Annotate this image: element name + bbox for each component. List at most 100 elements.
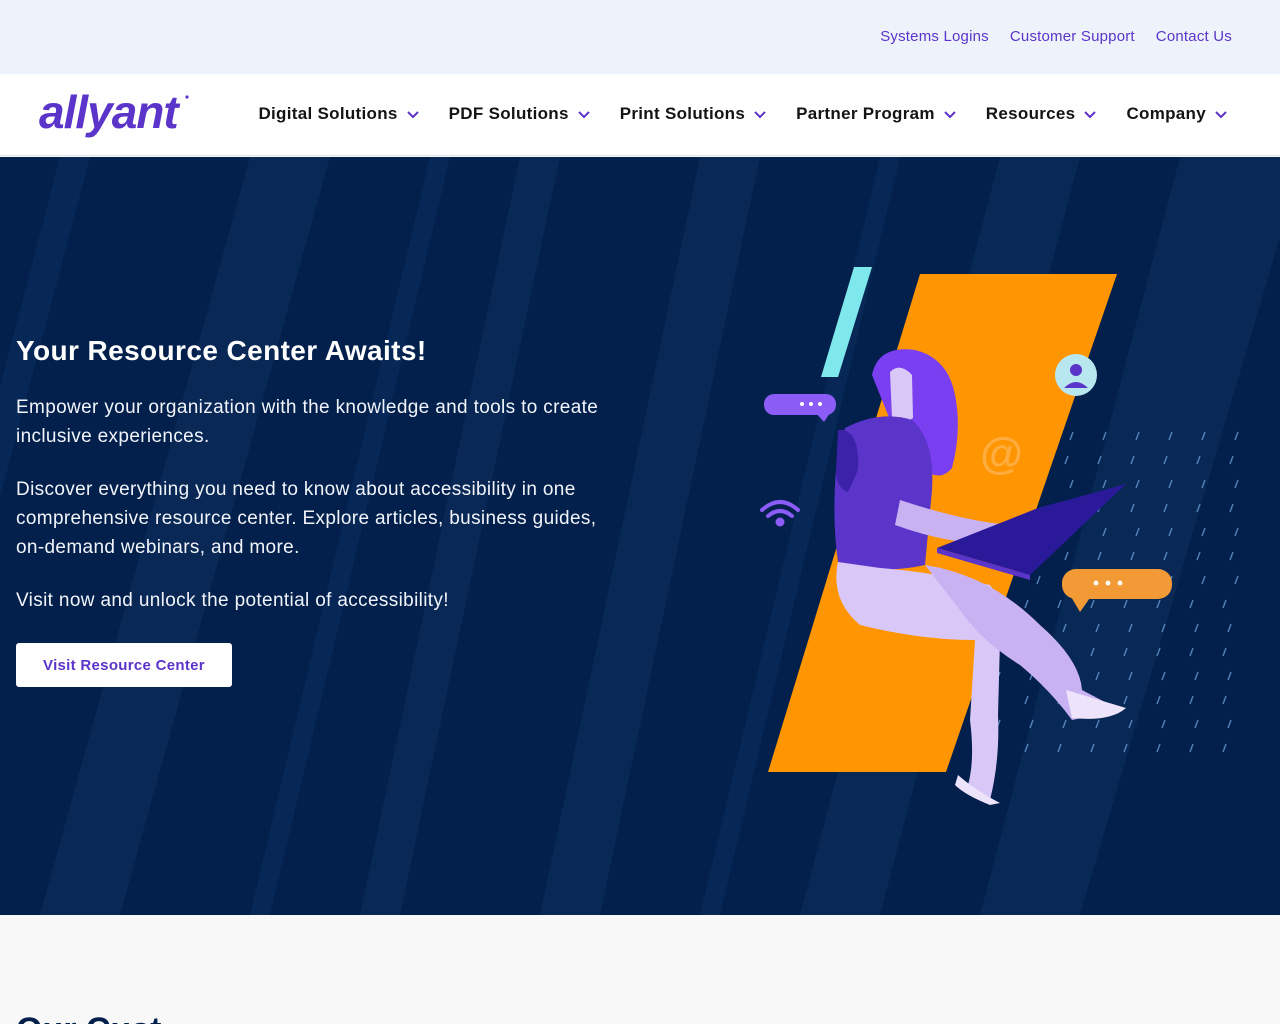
rain-dash [1024, 695, 1029, 705]
rain-dash [1196, 503, 1201, 513]
nav-label: Company [1126, 104, 1206, 123]
rain-dash [1229, 455, 1234, 465]
woman-with-laptop-illustration: @ [760, 267, 1239, 805]
chat-bubble-icon [1062, 569, 1172, 612]
chevron-down-icon [406, 111, 419, 119]
rain-dash [1156, 743, 1161, 753]
rain-dash [1222, 743, 1227, 753]
rain-dash [1123, 743, 1128, 753]
rain-dash [1128, 623, 1133, 633]
rain-dash [1189, 743, 1194, 753]
rain-dash [1227, 719, 1232, 729]
rain-dash [1189, 647, 1194, 657]
rain-dash [1163, 455, 1168, 465]
hero-paragraph: Discover everything you need to know abo… [16, 479, 597, 558]
rain-dash [1057, 743, 1062, 753]
rain-dash [1168, 479, 1173, 489]
rain-dash [1189, 599, 1194, 609]
rain-dash [1090, 647, 1095, 657]
rain-dash [1064, 455, 1069, 465]
nav-label: Print Solutions [619, 104, 746, 123]
chevron-down-icon [944, 111, 956, 119]
utility-bar: Systems Logins Customer Support Contact … [0, 0, 1280, 74]
rain-dash [1135, 479, 1140, 489]
user-icon [1055, 354, 1097, 396]
rain-dash [1095, 719, 1100, 729]
nav-label: Digital Solutions [258, 104, 398, 123]
hero-content: Your Resource Center Awaits! Empower you… [16, 335, 626, 639]
rain-dash [1128, 719, 1133, 729]
rain-dash [1090, 743, 1095, 753]
primary-nav-items: Digital Solutions PDF Solutions Print So… [258, 104, 1228, 124]
rain-dash [1234, 575, 1239, 585]
nav-label: Resources [985, 104, 1076, 123]
rain-dash [1194, 623, 1199, 633]
chat-bubble-icon [764, 394, 836, 422]
contact-us-link[interactable]: Contact Us [1156, 28, 1232, 45]
wifi-icon [760, 500, 800, 527]
rain-dash [1229, 551, 1234, 561]
systems-logins-link[interactable]: Systems Logins [880, 28, 989, 45]
nav-item-partner-program[interactable]: Partner Program [796, 104, 957, 124]
rain-dash [1163, 551, 1168, 561]
rain-dash [1123, 647, 1128, 657]
chevron-down-icon [578, 111, 590, 119]
rain-dash [1029, 719, 1034, 729]
rain-dash [1102, 527, 1107, 537]
rain-dash [1196, 551, 1201, 561]
hero-title: Your Resource Center Awaits! [16, 335, 427, 366]
rain-dash [1130, 503, 1135, 513]
hero-paragraph: Empower your organization with the knowl… [16, 397, 599, 447]
rain-dash [1090, 599, 1095, 609]
rain-dash [1130, 455, 1135, 465]
nav-item-digital-solutions[interactable]: Digital Solutions [258, 104, 419, 124]
rain-dash [1135, 431, 1140, 441]
visit-resource-center-button[interactable]: Visit Resource Center [16, 643, 232, 687]
rain-dash [1194, 671, 1199, 681]
rain-dash [1161, 719, 1166, 729]
rain-dash [1095, 623, 1100, 633]
nav-item-print-solutions[interactable]: Print Solutions [620, 104, 767, 124]
nav-item-pdf-solutions[interactable]: PDF Solutions [449, 104, 591, 124]
nav-item-company[interactable]: Company [1126, 104, 1228, 124]
rain-dash [1189, 695, 1194, 705]
rain-dash [1168, 527, 1173, 537]
rain-dash [1024, 743, 1029, 753]
rain-dash [1222, 695, 1227, 705]
rain-dash [1069, 431, 1074, 441]
rain-dash [1069, 479, 1074, 489]
rain-dash [1194, 719, 1199, 729]
section-title: Our Cust [16, 1011, 161, 1024]
utility-links: Systems Logins Customer Support Contact … [880, 28, 1232, 45]
nav-item-resources[interactable]: Resources [986, 104, 1098, 124]
rain-dash [1201, 575, 1206, 585]
rain-dash [1156, 647, 1161, 657]
chevron-down-icon [1215, 111, 1227, 119]
rain-dash [1201, 479, 1206, 489]
rain-dash [1062, 719, 1067, 729]
main-navigation: allyant Digital Solutions PDF Solutions … [0, 74, 1280, 156]
rain-dash [1062, 623, 1067, 633]
rain-dash [1168, 431, 1173, 441]
rain-dash [1161, 671, 1166, 681]
rain-dash [1201, 431, 1206, 441]
customer-support-link[interactable]: Customer Support [1010, 28, 1135, 45]
rain-dash [1102, 479, 1107, 489]
rain-dash [1135, 527, 1140, 537]
rain-dash [1024, 599, 1029, 609]
rain-dash [1102, 431, 1107, 441]
rain-dash [1123, 695, 1128, 705]
rain-dash [1095, 671, 1100, 681]
allyant-logo[interactable]: allyant [39, 90, 191, 142]
rain-dash [1222, 647, 1227, 657]
rain-dash [1128, 671, 1133, 681]
hero-section: Your Resource Center Awaits! Empower you… [0, 157, 1280, 915]
rain-dash [1234, 527, 1239, 537]
rain-dash [1201, 527, 1206, 537]
rain-dash [1163, 503, 1168, 513]
rain-dash [1036, 575, 1041, 585]
rain-dash [1156, 599, 1161, 609]
rain-dash [1064, 551, 1069, 561]
customers-section: Our Cust [0, 915, 1280, 1024]
rain-dash [1097, 455, 1102, 465]
